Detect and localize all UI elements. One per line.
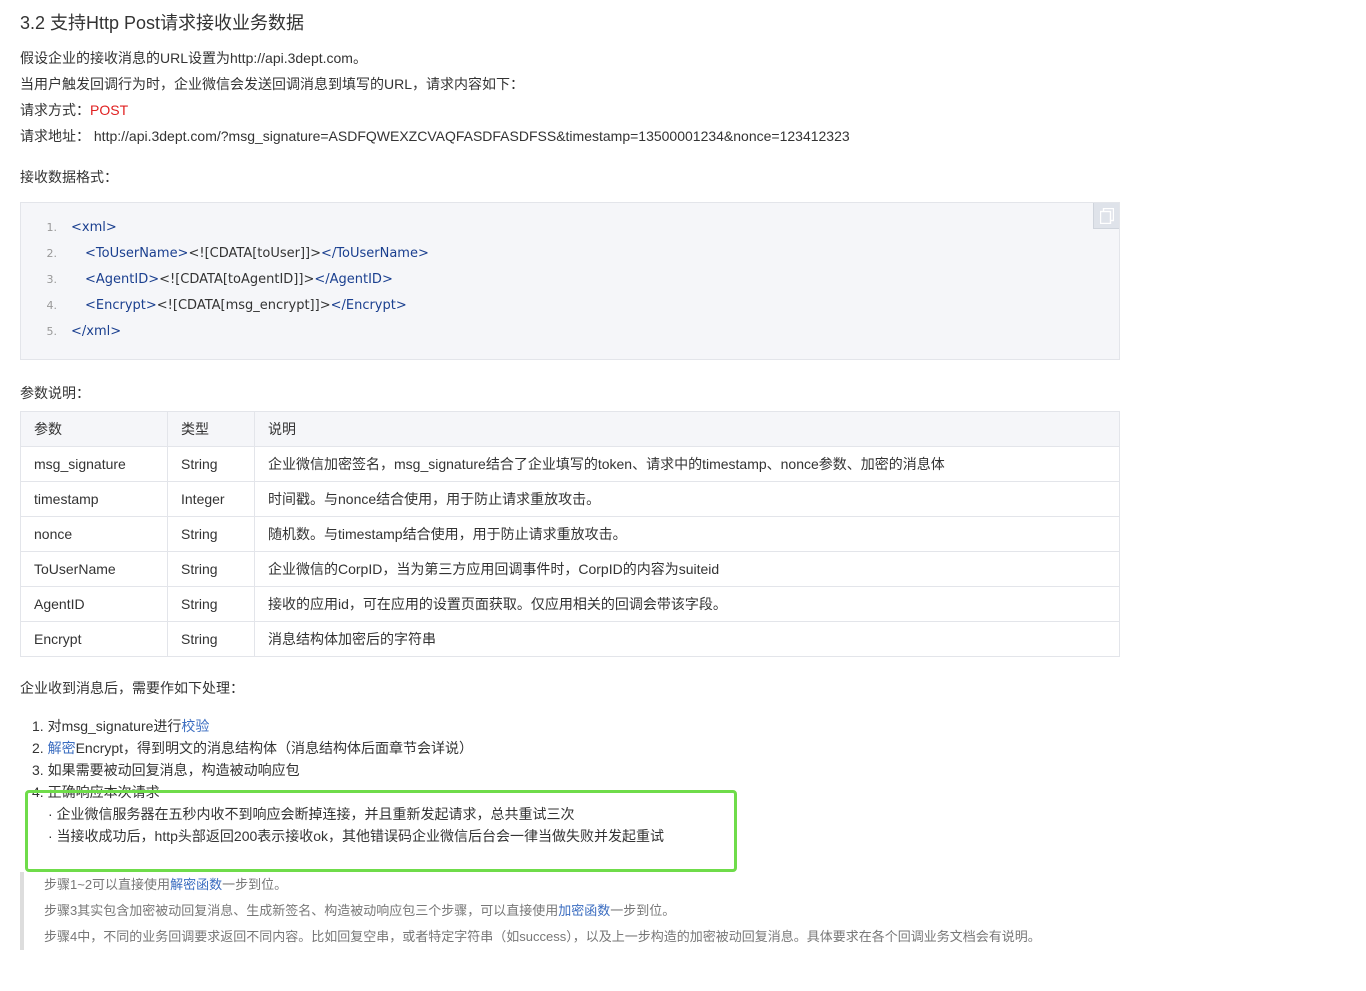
encrypt-function-link[interactable]: 加密函数 xyxy=(558,903,610,918)
table-cell: String xyxy=(167,516,255,552)
format-label: 接收数据格式： xyxy=(20,169,118,185)
copy-button[interactable] xyxy=(1093,203,1119,229)
step-text: 2. xyxy=(32,740,48,756)
line-number: 3. xyxy=(46,273,58,286)
list-item: 1. 对msg_signature进行校验 xyxy=(32,715,1366,737)
code-tag: </AgentID> xyxy=(314,272,393,287)
code-line: 1. <xml> xyxy=(21,215,1119,241)
table-header: 类型 xyxy=(167,411,255,447)
request-address: 请求地址： http://api.3dept.com/?msg_signatur… xyxy=(20,123,1366,149)
table-cell: String xyxy=(167,446,255,482)
steps-list: 1. 对msg_signature进行校验 2. 解密Encrypt，得到明文的… xyxy=(20,715,1366,847)
line-number: 1. xyxy=(46,221,58,234)
params-table: 参数 类型 说明 msg_signature String 企业微信加密签名，m… xyxy=(20,411,1120,657)
note-text: 一步到位。 xyxy=(610,903,676,918)
table-cell: 随机数。与timestamp结合使用，用于防止请求重放攻击。 xyxy=(254,516,1120,552)
code-line: 2. <ToUserName><![CDATA[toUser]]></ToUser… xyxy=(21,241,1119,267)
line-number: 2. xyxy=(46,247,58,260)
request-method-value: POST xyxy=(90,102,129,118)
code-text: <![CDATA[toAgentID]]> xyxy=(159,272,315,287)
after-label: 企业收到消息后，需要作如下处理： xyxy=(20,680,244,696)
code-tag: <Encrypt> xyxy=(85,298,157,313)
table-cell: Integer xyxy=(167,481,255,517)
list-subitem: · 当接收成功后，http头部返回200表示接收ok，其他错误码企业微信后台会一… xyxy=(48,828,665,844)
intro-line-2: 当用户触发回调行为时，企业微信会发送回调消息到填写的URL，请求内容如下： xyxy=(20,76,525,92)
list-item: 2. 解密Encrypt，得到明文的消息结构体（消息结构体后面章节会详说） xyxy=(32,737,1366,759)
list-item: 4. 正确响应本次请求 xyxy=(32,784,160,800)
request-method-label: 请求方式： xyxy=(20,102,90,118)
table-header: 参数 xyxy=(20,411,168,447)
table-row: msg_signature String 企业微信加密签名，msg_signat… xyxy=(20,446,1120,482)
table-cell: String xyxy=(167,621,255,657)
table-cell: String xyxy=(167,551,255,587)
code-text: <![CDATA[toUser]]> xyxy=(188,246,322,261)
list-subitem: · 企业微信服务器在五秒内收不到响应会断掉连接，并且重新发起请求，总共重试三次 xyxy=(48,806,575,822)
code-text: <![CDATA[msg_encrypt]]> xyxy=(156,298,331,313)
code-line: 3. <AgentID><![CDATA[toAgentID]]></AgentI… xyxy=(21,267,1119,293)
note-line: 步骤4中，不同的业务回调要求返回不同内容。比如回复空串，或者特定字符串（如suc… xyxy=(44,929,1041,944)
params-label: 参数说明： xyxy=(20,385,90,401)
table-cell: msg_signature xyxy=(20,446,168,482)
code-line: 5. </xml> xyxy=(21,319,1119,345)
table-cell: 消息结构体加密后的字符串 xyxy=(254,621,1120,657)
decrypt-function-link[interactable]: 解密函数 xyxy=(170,877,222,892)
table-cell: AgentID xyxy=(20,586,168,622)
code-line: 4. <Encrypt><![CDATA[msg_encrypt]]></Encr… xyxy=(21,293,1119,319)
code-tag: </ToUserName> xyxy=(321,246,429,261)
code-tag: <xml> xyxy=(71,220,117,235)
table-header-row: 参数 类型 说明 xyxy=(20,411,1120,447)
table-row: AgentID String 接收的应用id，可在应用的设置页面获取。仅应用相关… xyxy=(20,586,1120,622)
table-header: 说明 xyxy=(254,411,1120,447)
line-number: 5. xyxy=(46,325,58,338)
table-cell: Encrypt xyxy=(20,621,168,657)
note-line: 步骤1~2可以直接使用解密函数一步到位。 xyxy=(44,872,1120,898)
table-cell: ToUserName xyxy=(20,551,168,587)
request-address-value: http://api.3dept.com/?msg_signature=ASDF… xyxy=(93,128,850,144)
code-block: 1. <xml> 2. <ToUserName><![CDATA[toUser]]>… xyxy=(20,202,1120,360)
table-cell: 时间戳。与nonce结合使用，用于防止请求重放攻击。 xyxy=(254,481,1120,517)
table-cell: 企业微信的CorpID，当为第三方应用回调事件时，CorpID的内容为suite… xyxy=(254,551,1120,587)
request-method: 请求方式：POST xyxy=(20,97,1366,123)
table-row: timestamp Integer 时间戳。与nonce结合使用，用于防止请求重… xyxy=(20,481,1120,517)
table-cell: timestamp xyxy=(20,481,168,517)
decrypt-link[interactable]: 解密 xyxy=(48,740,76,756)
note-blockquote: 步骤1~2可以直接使用解密函数一步到位。 步骤3其实包含加密被动回复消息、生成新… xyxy=(20,872,1120,950)
note-text: 一步到位。 xyxy=(222,877,288,892)
table-row: ToUserName String 企业微信的CorpID，当为第三方应用回调事… xyxy=(20,551,1120,587)
line-number: 4. xyxy=(46,299,58,312)
code-tag: </Encrypt> xyxy=(330,298,407,313)
code-tag: <AgentID> xyxy=(85,272,160,287)
doc-page: 3.2 支持Http Post请求接收业务数据 假设企业的接收消息的URL设置为… xyxy=(0,0,1366,991)
verify-link[interactable]: 校验 xyxy=(181,718,209,734)
note-text: 步骤1~2可以直接使用 xyxy=(44,877,171,892)
table-cell: 接收的应用id，可在应用的设置页面获取。仅应用相关的回调会带该字段。 xyxy=(254,586,1120,622)
step-text: Encrypt，得到明文的消息结构体（消息结构体后面章节会详说） xyxy=(75,740,474,756)
intro-line-1: 假设企业的接收消息的URL设置为http://api.3dept.com。 xyxy=(20,50,367,66)
note-line: 步骤3其实包含加密被动回复消息、生成新签名、构造被动响应包三个步骤，可以直接使用… xyxy=(44,898,1120,924)
step-text: 1. 对msg_signature进行 xyxy=(32,718,182,734)
copy-icon xyxy=(1100,208,1114,224)
table-row: Encrypt String 消息结构体加密后的字符串 xyxy=(20,621,1120,657)
section-title: 3.2 支持Http Post请求接收业务数据 xyxy=(20,13,305,33)
code-tag: </xml> xyxy=(71,324,122,339)
note-text: 步骤3其实包含加密被动回复消息、生成新签名、构造被动响应包三个步骤，可以直接使用 xyxy=(44,903,559,918)
request-address-label: 请求地址： xyxy=(20,128,90,144)
table-cell: 企业微信加密签名，msg_signature结合了企业填写的token、请求中的… xyxy=(254,446,1120,482)
table-cell: nonce xyxy=(20,516,168,552)
table-cell: String xyxy=(167,586,255,622)
code-tag: <ToUserName> xyxy=(85,246,189,261)
list-item: 3. 如果需要被动回复消息，构造被动响应包 xyxy=(32,762,300,778)
table-row: nonce String 随机数。与timestamp结合使用，用于防止请求重放… xyxy=(20,516,1120,552)
